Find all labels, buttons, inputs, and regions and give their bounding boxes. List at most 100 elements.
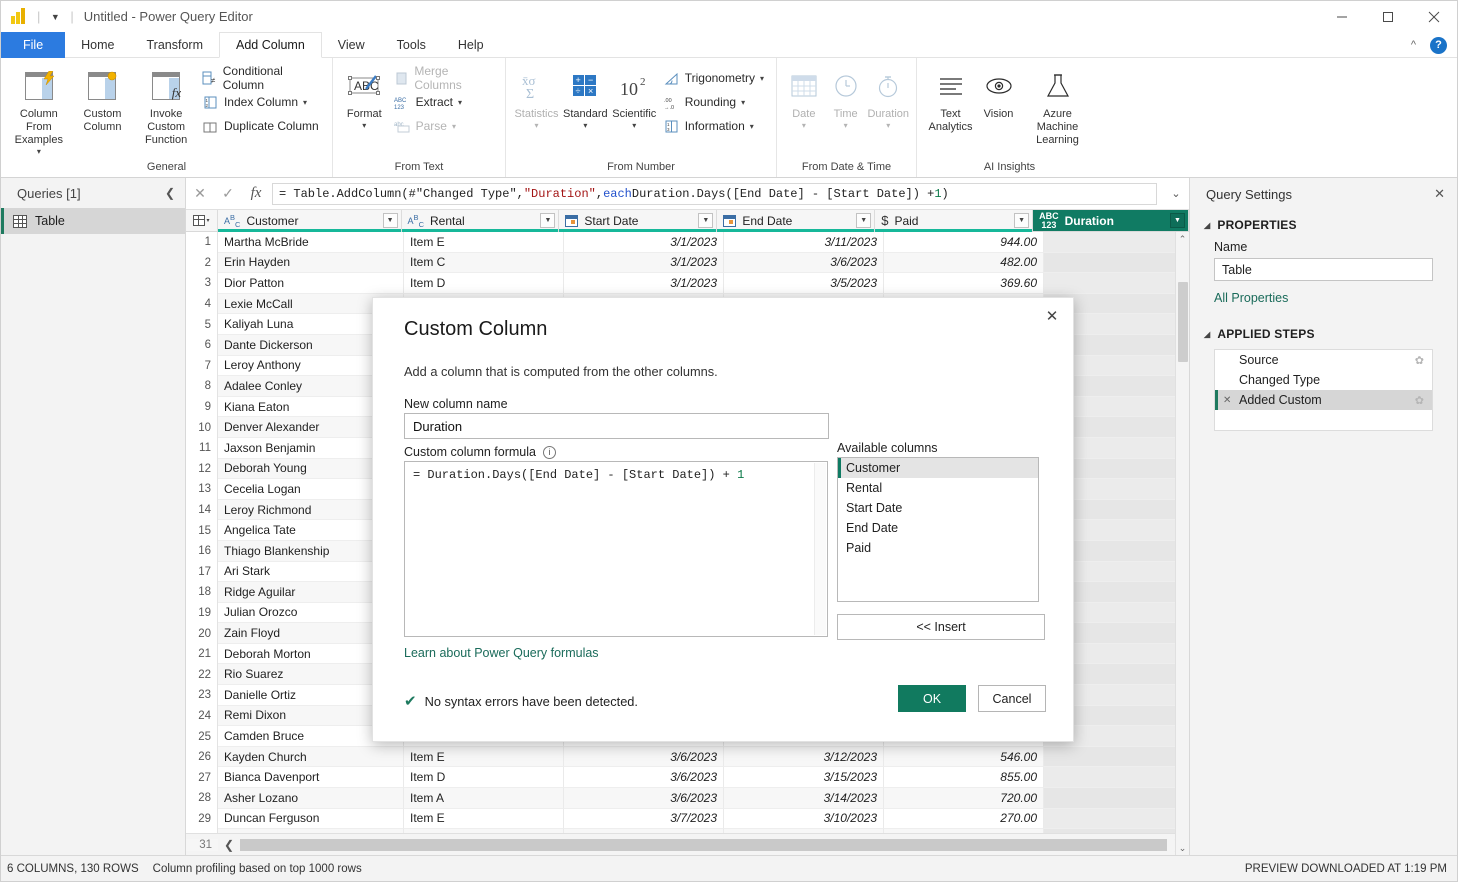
available-column-item[interactable]: End Date	[838, 518, 1038, 538]
filter-dropdown-end-date[interactable]: ▼	[856, 213, 871, 228]
cell-duration[interactable]: 7	[1044, 747, 1189, 768]
cell-paid[interactable]: 720.00	[884, 788, 1044, 809]
cell-customer[interactable]: Dior Patton	[218, 273, 404, 294]
column-header-duration[interactable]: ABC123 Duration ▼	[1033, 210, 1189, 231]
cell-rental[interactable]: Item A	[404, 788, 564, 809]
cell-end-date[interactable]: 3/15/2023	[724, 767, 884, 788]
triangle-collapse-icon[interactable]: ◢	[1204, 221, 1210, 230]
table-row[interactable]: 29Duncan FergusonItem E3/7/20233/10/2023…	[186, 809, 1189, 830]
tab-tools[interactable]: Tools	[381, 32, 442, 58]
help-icon[interactable]: ?	[1430, 37, 1447, 54]
trigonometry-button[interactable]: Trigonometry ▾	[659, 66, 770, 90]
collapse-queries-chevron-left-icon[interactable]: ❮	[165, 186, 175, 200]
close-icon[interactable]	[1411, 1, 1457, 32]
date-button[interactable]: Date ▾	[783, 62, 825, 161]
dialog-close-icon[interactable]: ✕	[1039, 304, 1065, 328]
invoke-custom-function-button[interactable]: fx Invoke Custom Function	[134, 62, 198, 161]
filter-dropdown-duration[interactable]: ▼	[1170, 213, 1185, 228]
cell-duration[interactable]: 5	[1044, 273, 1189, 294]
fx-icon[interactable]: fx	[242, 185, 270, 202]
extract-button[interactable]: ABC123 Extract ▾	[390, 90, 499, 114]
tab-file[interactable]: File	[1, 32, 65, 58]
cell-start-date[interactable]: 3/1/2023	[564, 232, 724, 253]
available-column-item[interactable]: Start Date	[838, 498, 1038, 518]
column-header-paid[interactable]: $ Paid ▼	[875, 210, 1033, 231]
scroll-left-chevron-icon[interactable]: ❮	[218, 838, 240, 852]
rounding-button[interactable]: .00→.0 Rounding ▾	[659, 90, 770, 114]
learn-about-formulas-link[interactable]: Learn about Power Query formulas	[404, 646, 599, 660]
minimize-icon[interactable]	[1319, 1, 1365, 32]
available-columns-list[interactable]: CustomerRentalStart DateEnd DatePaid	[837, 457, 1039, 602]
cell-end-date[interactable]: 3/14/2023	[724, 788, 884, 809]
maximize-icon[interactable]	[1365, 1, 1411, 32]
column-from-examples-button[interactable]: Column From Examples ▾	[7, 62, 71, 161]
cell-rental[interactable]: Item E	[404, 809, 564, 830]
query-name-input[interactable]: Table	[1214, 258, 1433, 281]
column-header-end-date[interactable]: End Date ▼	[717, 210, 875, 231]
cancel-button[interactable]: Cancel	[978, 685, 1046, 712]
cell-rental[interactable]: Item E	[404, 747, 564, 768]
merge-columns-button[interactable]: Merge Columns	[390, 66, 499, 90]
time-button[interactable]: Time ▾	[825, 62, 867, 161]
chevron-down-icon[interactable]: ▾	[583, 121, 587, 130]
chevron-down-icon[interactable]: ▾	[458, 98, 462, 107]
cell-paid[interactable]: 944.00	[884, 232, 1044, 253]
cell-duration[interactable]: 9	[1044, 788, 1189, 809]
filter-dropdown-paid[interactable]: ▼	[1014, 213, 1029, 228]
vertical-scrollbar[interactable]: ⌃ ⌄	[1175, 232, 1189, 855]
collapse-ribbon-chevron-up-icon[interactable]: ^	[1405, 39, 1422, 51]
index-column-button[interactable]: 12 Index Column ▾	[198, 90, 326, 114]
cell-start-date[interactable]: 3/7/2023	[564, 809, 724, 830]
chevron-down-icon[interactable]: ▾	[802, 121, 806, 130]
chevron-down-icon[interactable]: ▾	[452, 122, 456, 131]
table-row[interactable]: 1Martha McBrideItem E3/1/20233/11/202394…	[186, 232, 1189, 253]
cell-duration[interactable]: 10	[1044, 767, 1189, 788]
duration-button[interactable]: Duration ▾	[866, 62, 910, 161]
chevron-down-icon[interactable]: ▾	[303, 98, 307, 107]
scientific-button[interactable]: 102 Scientific ▾	[610, 62, 659, 161]
custom-column-button[interactable]: Custom Column	[71, 62, 135, 161]
cell-customer[interactable]: Bianca Davenport	[218, 767, 404, 788]
vertical-scroll-thumb[interactable]	[1178, 282, 1188, 362]
azure-machine-learning-button[interactable]: Azure Machine Learning	[1022, 62, 1094, 161]
filter-dropdown-rental[interactable]: ▼	[540, 213, 555, 228]
all-properties-link[interactable]: All Properties	[1190, 291, 1457, 305]
cell-start-date[interactable]: 3/6/2023	[564, 747, 724, 768]
applied-steps-section-header[interactable]: ◢ APPLIED STEPS	[1190, 319, 1457, 345]
standard-button[interactable]: + − ÷ × Standard ▾	[561, 62, 610, 161]
cell-paid[interactable]: 855.00	[884, 767, 1044, 788]
vision-button[interactable]: Vision	[976, 62, 1022, 161]
statistics-button[interactable]: x̄σΣ Statistics ▾	[512, 62, 561, 161]
cell-rental[interactable]: Item C	[404, 253, 564, 274]
cancel-formula-icon[interactable]: ✕	[186, 185, 214, 202]
column-header-start-date[interactable]: Start Date ▼	[559, 210, 717, 231]
applied-step-changed-type[interactable]: Changed Type	[1215, 370, 1432, 390]
cell-end-date[interactable]: 3/17/2023	[724, 829, 884, 833]
horizontal-scroll-thumb[interactable]	[240, 839, 1167, 851]
cell-end-date[interactable]: 3/10/2023	[724, 809, 884, 830]
cell-rental[interactable]: Item B	[404, 829, 564, 833]
close-query-settings-icon[interactable]: ✕	[1434, 186, 1445, 202]
chevron-down-icon[interactable]: ▾	[632, 121, 636, 130]
cell-paid[interactable]: 850.00	[884, 829, 1044, 833]
scroll-down-chevron-icon[interactable]: ⌄	[1179, 841, 1187, 855]
table-row[interactable]: 3Dior PattonItem D3/1/20233/5/2023369.60…	[186, 273, 1189, 294]
chevron-down-icon[interactable]: ▾	[750, 122, 754, 131]
formula-input[interactable]: = Table.AddColumn(#"Changed Type", "Dura…	[272, 183, 1157, 205]
parse-button[interactable]: abc Parse ▾	[390, 114, 499, 138]
applied-step-source[interactable]: Source ✿	[1215, 350, 1432, 370]
quick-access-toolbar-chevron-down-icon[interactable]: ▼	[46, 8, 64, 26]
query-item-table[interactable]: Table	[1, 208, 185, 234]
information-button[interactable]: 13 Information ▾	[659, 114, 770, 138]
available-column-item[interactable]: Customer	[838, 458, 1038, 478]
chevron-down-icon[interactable]: ▾	[362, 121, 366, 130]
cell-customer[interactable]: Asher Lozano	[218, 788, 404, 809]
delete-step-icon[interactable]: ✕	[1223, 395, 1231, 406]
table-row[interactable]: 26Kayden ChurchItem E3/6/20233/12/202354…	[186, 747, 1189, 768]
cell-customer[interactable]: Jacob Hendricks	[218, 829, 404, 833]
tab-transform[interactable]: Transform	[131, 32, 220, 58]
cell-end-date[interactable]: 3/6/2023	[724, 253, 884, 274]
column-header-rental[interactable]: ABC Rental ▼	[402, 210, 560, 231]
cell-paid[interactable]: 546.00	[884, 747, 1044, 768]
triangle-collapse-icon[interactable]: ◢	[1204, 330, 1210, 339]
